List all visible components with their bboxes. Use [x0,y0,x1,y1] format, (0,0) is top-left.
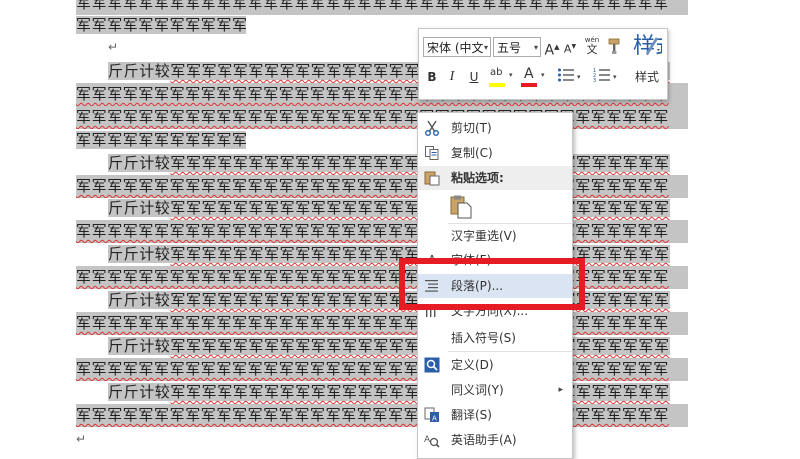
doc-line: 军军军军军军军军军军军军军军军军军军军军军军军军军军军军军军军军军军军军军军 [76,312,688,335]
doc-line: 军军军军军军军军军军军军军军军军军军军军军军军军军军军军军军军军军军军军军军 [76,358,688,381]
doc-line: 军军军军军军军军军军军军军军军军军军军军军军军军军军军军军军军军军军军军军军 [76,266,688,289]
translate-icon: A [424,407,440,423]
doc-line: 军军军军军军军军军军军军军军军军军军军军军军军军军军军军军军军军军军军军军军 [76,175,688,198]
menu-item-cut[interactable]: 剪切(T) [418,116,572,140]
numbering-icon[interactable]: 1 2 3 ▾ [591,67,617,87]
paragraph-mark: ↵ [76,432,87,446]
grow-font-button[interactable]: A▲ [543,37,561,59]
chevron-down-icon: ▾ [541,71,545,79]
document-page[interactable]: 军军军军军军军军军军军军军军军军军军军军军军军军军军军军军军军军军军军军军军 军… [0,0,800,450]
svg-text:A: A [424,435,431,445]
italic-button[interactable]: I [443,67,461,87]
highlight-button[interactable]: ab ▾ [487,65,513,89]
submenu-arrow-icon: ▸ [558,385,563,395]
chevron-down-icon: ▾ [613,73,617,81]
menu-header-paste-options: 粘贴选项: [418,166,572,190]
doc-line: 军军军军军军军军军军军军军军军军军军军军军军军军军军军军军军军军军军军军军军 [76,106,688,129]
font-color-button[interactable]: A ▾ [519,65,545,89]
paste-keep-text-button[interactable] [418,193,572,223]
doc-line: 斤斤计较军军军军军军军军军军军军军军军军军军军军军军军军军军军军军军军军 [108,289,688,312]
highlight-color-swatch [489,83,505,87]
styles-label[interactable]: 样式 [632,67,662,87]
doc-line: 军军军军军军军军军军军军军军军军军军军军军军军军军军军军军军军军军军军军军军 [76,220,688,243]
format-painter-icon[interactable] [605,37,625,57]
doc-line: 军军军军军军军军军军军军军军↵ [76,14,246,37]
doc-line: 斤斤计较军军军军军军军军军军军军军军军军军军军军军军军军军军军军军军军军 [108,197,688,220]
doc-line: 斤斤计较军军军军军军军军军军军军军军军军军军军军军军军军军军军军军军军军 [108,152,688,175]
doc-line: 斤斤计较军军军军军军军军军军军军军军军军军军军军军军军军军军军军军军军军 [108,381,688,404]
menu-separator [448,351,572,352]
font-color-swatch [521,83,537,87]
menu-item-synonyms[interactable]: 同义词(Y) ▸ [418,378,572,402]
menu-item-copy[interactable]: 复制(C) [418,141,572,165]
doc-line: 军军军军军军军军军军军军军军 [76,129,246,152]
menu-item-english-assistant[interactable]: A 英语助手(A) [418,428,572,452]
underline-button[interactable]: U [465,67,483,87]
scissors-icon [424,120,440,136]
doc-line: 斤斤计较军军军军军军军军军军军军军军军军军军军军军军军军军军军军军军军军 [108,335,688,358]
doc-line: 斤斤计较军军军军军军军军军军军军军军军军军军军军军军军军军军军军军军军军 [108,243,688,266]
font-name-combo[interactable]: 宋体 (中文 ▾ [423,37,491,57]
highlight-annotation-box [399,258,585,310]
shrink-font-button[interactable]: A▼ [562,37,578,57]
svg-text:A: A [432,415,437,423]
menu-item-reconvert[interactable]: 汉字重选(V) [418,224,572,248]
doc-line: 军军军军军军军军军军军军军军军军军军军军军军军军军军军军军军军军军军军军军军 [76,404,688,427]
english-assistant-icon: A [424,432,440,448]
bullets-icon[interactable]: ▾ [555,67,581,87]
styles-icon[interactable]: 样式 [629,31,677,61]
chevron-down-icon: ▾ [483,43,488,52]
mini-toolbar: 宋体 (中文▾ 五号▾ A▲ A▼ wén 文 样式 样式 B I U ab ▾… [418,28,677,100]
chevron-down-icon: ▾ [509,71,513,79]
copy-icon [424,145,440,161]
bold-button[interactable]: B [423,67,441,87]
svg-text:3: 3 [593,78,596,83]
menu-item-translate[interactable]: A 翻译(S) [418,403,572,427]
paragraph-mark: ↵ [108,40,119,54]
menu-item-insert-symbol[interactable]: 插入符号(S) [418,326,572,350]
paste-icon [424,170,440,186]
define-icon [424,357,440,373]
phonetic-guide-button[interactable]: wén 文 [581,35,603,59]
chevron-down-icon: ▾ [577,73,581,81]
menu-item-define[interactable]: 定义(D) [418,353,572,377]
font-size-combo[interactable]: 五号 ▾ [493,37,541,57]
chevron-down-icon: ▾ [533,43,538,52]
doc-line: 军军军军军军军军军军军军军军军军军军军军军军军军军军军军军军军军军军军军军军 [76,0,688,15]
